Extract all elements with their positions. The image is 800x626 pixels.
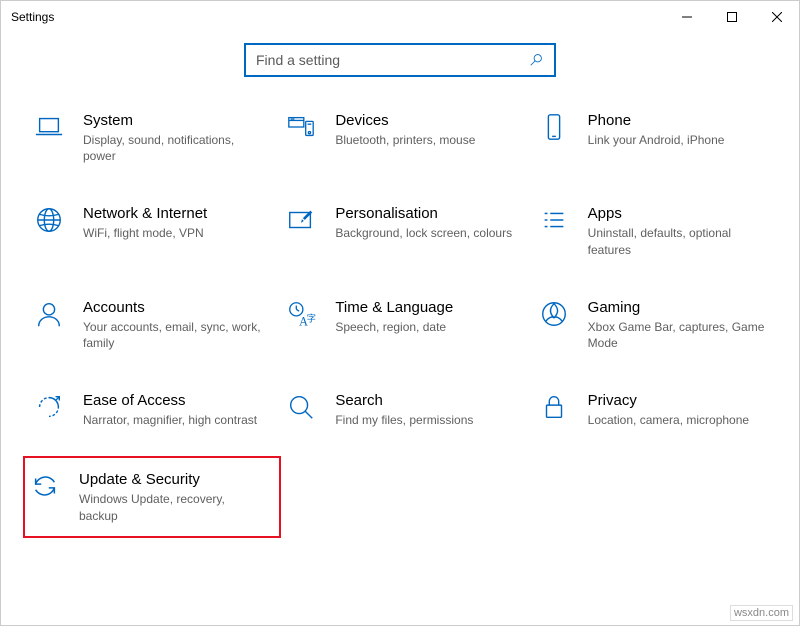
tile-personalisation[interactable]: Personalisation Background, lock screen,… [281, 198, 533, 263]
brush-icon [285, 204, 317, 236]
tile-desc: Display, sound, notifications, power [83, 132, 261, 164]
ease-of-access-icon [33, 391, 65, 423]
tile-title: Network & Internet [83, 205, 261, 223]
magnifier-icon [285, 391, 317, 423]
tile-desc: Your accounts, email, sync, work, family [83, 319, 261, 351]
tile-privacy[interactable]: Privacy Location, camera, microphone [534, 385, 786, 434]
gaming-icon [538, 298, 570, 330]
tile-ease-of-access[interactable]: Ease of Access Narrator, magnifier, high… [29, 385, 281, 434]
minimize-button[interactable] [664, 2, 709, 32]
person-icon [33, 298, 65, 330]
tile-accounts[interactable]: Accounts Your accounts, email, sync, wor… [29, 292, 281, 357]
tile-title: Ease of Access [83, 392, 261, 410]
tile-desc: Uninstall, defaults, optional features [588, 225, 766, 257]
tile-desc: Speech, region, date [335, 319, 513, 335]
tile-desc: Location, camera, microphone [588, 412, 766, 428]
window-title: Settings [11, 10, 54, 24]
tile-title: System [83, 112, 261, 130]
time-language-icon: A字 [285, 298, 317, 330]
tile-system[interactable]: System Display, sound, notifications, po… [29, 105, 281, 170]
tile-desc: Narrator, magnifier, high contrast [83, 412, 261, 428]
laptop-icon [33, 111, 65, 143]
tile-desc: WiFi, flight mode, VPN [83, 225, 261, 241]
tile-search[interactable]: Search Find my files, permissions [281, 385, 533, 434]
tile-desc: Bluetooth, printers, mouse [335, 132, 513, 148]
close-button[interactable] [754, 2, 799, 32]
tile-apps[interactable]: Apps Uninstall, defaults, optional featu… [534, 198, 786, 263]
titlebar: Settings [1, 1, 799, 33]
tile-title: Gaming [588, 299, 766, 317]
tile-phone[interactable]: Phone Link your Android, iPhone [534, 105, 786, 170]
search-container [1, 33, 799, 105]
tile-title: Personalisation [335, 205, 513, 223]
tile-desc: Xbox Game Bar, captures, Game Mode [588, 319, 766, 351]
tile-title: Privacy [588, 392, 766, 410]
tile-title: Time & Language [335, 299, 513, 317]
lock-icon [538, 391, 570, 423]
maximize-button[interactable] [709, 2, 754, 32]
phone-icon [538, 111, 570, 143]
tile-title: Phone [588, 112, 766, 130]
apps-icon [538, 204, 570, 236]
devices-icon [285, 111, 317, 143]
tile-desc: Find my files, permissions [335, 412, 513, 428]
tile-gaming[interactable]: Gaming Xbox Game Bar, captures, Game Mod… [534, 292, 786, 357]
update-icon [29, 470, 61, 502]
tile-devices[interactable]: Devices Bluetooth, printers, mouse [281, 105, 533, 170]
tile-time-language[interactable]: A字 Time & Language Speech, region, date [281, 292, 533, 357]
window-controls [664, 2, 799, 32]
tile-title: Devices [335, 112, 513, 130]
tile-title: Accounts [83, 299, 261, 317]
tile-title: Search [335, 392, 513, 410]
tile-title: Update & Security [79, 471, 259, 489]
tile-network[interactable]: Network & Internet WiFi, flight mode, VP… [29, 198, 281, 263]
settings-grid: System Display, sound, notifications, po… [1, 105, 799, 538]
search-box[interactable] [244, 43, 556, 77]
tile-desc: Link your Android, iPhone [588, 132, 766, 148]
search-icon [522, 46, 550, 74]
svg-text:字: 字 [307, 312, 316, 324]
globe-icon [33, 204, 65, 236]
tile-update-security[interactable]: Update & Security Windows Update, recove… [23, 456, 281, 537]
tile-desc: Windows Update, recovery, backup [79, 491, 259, 523]
tile-title: Apps [588, 205, 766, 223]
watermark: wsxdn.com [730, 605, 793, 621]
tile-desc: Background, lock screen, colours [335, 225, 513, 241]
search-input[interactable] [256, 52, 522, 68]
